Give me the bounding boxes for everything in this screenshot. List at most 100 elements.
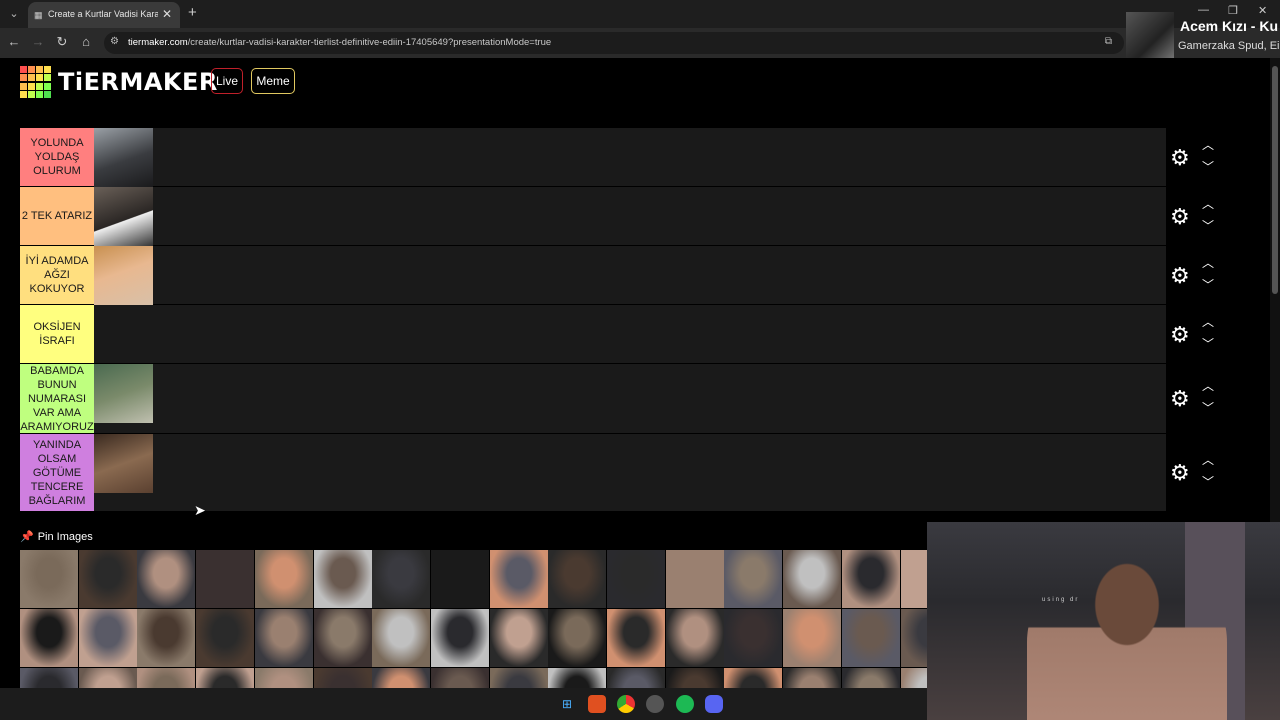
brave-browser-icon[interactable] (588, 695, 606, 713)
move-tier-up-chevron-up-icon[interactable]: ︿ (1202, 195, 1214, 212)
tier-settings-gear-icon[interactable]: ⚙ (1170, 388, 1192, 410)
pool-image[interactable] (607, 550, 665, 608)
pool-image[interactable] (254, 609, 313, 667)
tier-settings-gear-icon[interactable]: ⚙ (1170, 205, 1192, 228)
tab-close-icon[interactable]: ✕ (162, 7, 172, 21)
pool-image[interactable] (900, 668, 930, 690)
pool-image[interactable] (372, 609, 431, 667)
move-tier-down-chevron-down-icon[interactable]: ﹀ (1202, 399, 1214, 416)
tier-row[interactable]: BABAMDA BUNUN NUMARASI VAR AMA ARAMIYORU… (20, 364, 1166, 434)
tier-item-image[interactable] (94, 364, 153, 423)
pool-image[interactable] (665, 609, 724, 667)
chrome-icon[interactable] (617, 695, 635, 713)
windows-start-icon[interactable]: ⊞ (558, 695, 576, 713)
pool-image[interactable] (20, 550, 78, 608)
tier-label[interactable]: İYİ ADAMDA AĞZI KOKUYOR (20, 246, 94, 304)
pool-image[interactable] (137, 550, 196, 608)
scrollbar-thumb[interactable] (1272, 66, 1278, 294)
pool-image[interactable] (489, 609, 548, 667)
tier-row[interactable]: İYİ ADAMDA AĞZI KOKUYOR (20, 246, 1166, 305)
new-tab-button[interactable]: + (188, 4, 197, 21)
home-icon[interactable]: ⌂ (78, 34, 94, 49)
tier-item-image[interactable] (94, 187, 153, 246)
pool-image[interactable] (900, 550, 930, 608)
pool-image[interactable] (841, 668, 900, 690)
pool-image[interactable] (665, 550, 724, 608)
pool-image[interactable] (430, 668, 489, 690)
pool-image[interactable] (783, 609, 842, 667)
move-tier-down-chevron-down-icon[interactable]: ﹀ (1202, 473, 1214, 490)
pool-image[interactable] (313, 668, 372, 690)
pool-image[interactable] (20, 609, 78, 667)
pool-image[interactable] (313, 609, 372, 667)
pool-image[interactable] (78, 550, 137, 608)
pool-image[interactable] (841, 609, 900, 667)
url-field[interactable]: ⚙ tiermaker.com/create/kurtlar-vadisi-ka… (104, 32, 1124, 54)
pool-image[interactable] (548, 609, 607, 667)
tier-label[interactable]: YANINDA OLSAM GÖTÜME TENCERE BAĞLARIM (20, 434, 94, 511)
move-tier-down-chevron-down-icon[interactable]: ﹀ (1202, 158, 1214, 175)
pool-image[interactable] (137, 668, 196, 690)
site-info-icon[interactable]: ⚙ (110, 36, 119, 47)
pool-image[interactable] (548, 550, 607, 608)
live-button[interactable]: Live (211, 68, 243, 94)
pool-image[interactable] (900, 609, 930, 667)
tier-item-image[interactable] (94, 128, 153, 187)
tab-search-icon[interactable]: ⌄ (4, 4, 24, 24)
move-tier-up-chevron-up-icon[interactable]: ︿ (1202, 254, 1214, 271)
move-tier-down-chevron-down-icon[interactable]: ﹀ (1202, 217, 1214, 234)
pool-image[interactable] (607, 668, 665, 690)
tier-item-image[interactable] (94, 434, 153, 493)
tier-row[interactable]: 2 TEK ATARIZ (20, 187, 1166, 246)
pool-image[interactable] (783, 668, 842, 690)
pool-image[interactable] (724, 550, 783, 608)
pool-image[interactable] (78, 609, 137, 667)
pool-image[interactable] (430, 609, 489, 667)
tier-label[interactable]: OKSİJEN İSRAFI (20, 305, 94, 363)
tier-settings-gear-icon[interactable]: ⚙ (1170, 264, 1192, 287)
tier-label[interactable]: 2 TEK ATARIZ (20, 187, 94, 245)
move-tier-down-chevron-down-icon[interactable]: ﹀ (1202, 335, 1214, 352)
tier-item-image[interactable] (94, 246, 153, 305)
reload-icon[interactable]: ↻ (54, 34, 70, 50)
pool-image[interactable] (254, 668, 313, 690)
pool-image[interactable] (137, 609, 196, 667)
pool-image[interactable] (372, 668, 431, 690)
pool-image[interactable] (196, 609, 255, 667)
meme-button[interactable]: Meme (251, 68, 295, 94)
tier-row[interactable]: YOLUNDA YOLDAŞ OLURUM (20, 128, 1166, 187)
tier-settings-gear-icon[interactable]: ⚙ (1170, 323, 1192, 346)
spotify-icon[interactable] (676, 695, 694, 713)
pool-image[interactable] (607, 609, 665, 667)
pool-image[interactable] (724, 668, 783, 690)
tiermaker-logo[interactable]: TiERMAKER (20, 66, 217, 98)
tier-row[interactable]: OKSİJEN İSRAFI (20, 305, 1166, 364)
pool-image[interactable] (430, 550, 489, 608)
pool-image[interactable] (489, 668, 548, 690)
pool-image[interactable] (724, 609, 783, 667)
pool-image[interactable] (254, 550, 313, 608)
pool-image[interactable] (783, 550, 842, 608)
pool-image[interactable] (665, 668, 724, 690)
back-icon[interactable]: ← (6, 34, 22, 49)
tier-row[interactable]: YANINDA OLSAM GÖTÜME TENCERE BAĞLARIM (20, 434, 1166, 512)
tier-label[interactable]: YOLUNDA YOLDAŞ OLURUM (20, 128, 94, 186)
move-tier-up-chevron-up-icon[interactable]: ︿ (1202, 451, 1214, 468)
pool-image[interactable] (196, 550, 255, 608)
discord-icon[interactable] (705, 695, 723, 713)
move-tier-up-chevron-up-icon[interactable]: ︿ (1202, 313, 1214, 330)
pool-image[interactable] (489, 550, 548, 608)
translate-icon[interactable]: ⧉ (1105, 36, 1112, 47)
move-tier-up-chevron-up-icon[interactable]: ︿ (1202, 377, 1214, 394)
pool-image[interactable] (841, 550, 900, 608)
pool-image[interactable] (313, 550, 372, 608)
pool-image[interactable] (548, 668, 607, 690)
pin-images-toggle[interactable]: 📌 Pin Images (20, 530, 93, 543)
tier-settings-gear-icon[interactable]: ⚙ (1170, 146, 1192, 169)
browser-tab[interactable]: ▦ Create a Kurtlar Vadisi Karakter ✕ (28, 2, 180, 28)
forward-icon[interactable]: → (30, 34, 46, 49)
move-tier-down-chevron-down-icon[interactable]: ﹀ (1202, 276, 1214, 293)
pool-image[interactable] (372, 550, 431, 608)
tier-settings-gear-icon[interactable]: ⚙ (1170, 462, 1192, 484)
tier-label[interactable]: BABAMDA BUNUN NUMARASI VAR AMA ARAMIYORU… (20, 364, 94, 433)
